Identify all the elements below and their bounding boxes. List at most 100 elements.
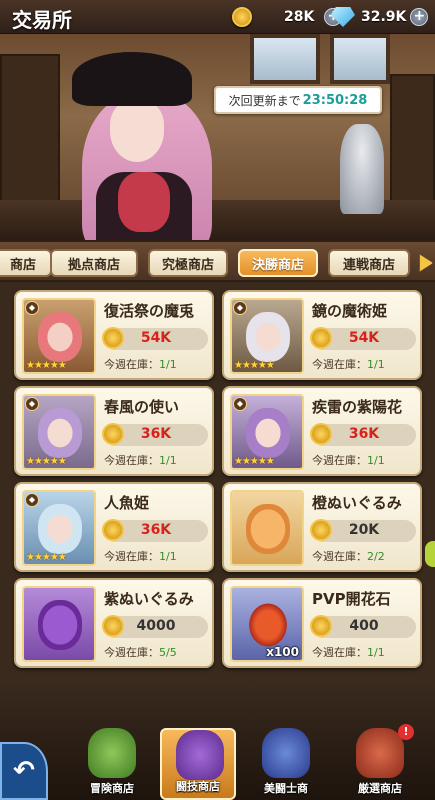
tab-final-shop[interactable]: 決勝商店	[238, 249, 318, 277]
item-name: 人魚姫	[104, 494, 150, 512]
stock-label: 今週在庫：	[104, 358, 159, 371]
item-card[interactable]: ◆ ★★★★★ 復活祭の魔兎 54K 今週在庫：1/1	[14, 290, 214, 380]
window-decoration	[330, 34, 390, 84]
bottom-nav: ↶ 冒険商店 闘技商店 美闘士商 ! 厳選商店	[0, 682, 435, 800]
medal-currency: 28K +	[232, 6, 343, 28]
stock-info: 今週在庫：1/1	[312, 356, 385, 372]
item-card[interactable]: ◆ ★★★★★ 鏡の魔術姫 54K 今週在庫：1/1	[222, 290, 422, 380]
price-bar: 400	[310, 615, 416, 638]
item-price: 36K	[140, 426, 172, 442]
stock-label: 今週在庫：	[312, 550, 367, 563]
window-decoration	[250, 34, 320, 84]
shelf-decoration	[0, 54, 60, 204]
price-bar: 20K	[310, 519, 416, 542]
shelf-decoration	[390, 74, 435, 214]
rarity-badge-icon: ◆	[233, 301, 247, 315]
stock-label: 今週在庫：	[312, 454, 367, 467]
nav-select-shop[interactable]: ! 厳選商店	[342, 724, 418, 800]
back-button[interactable]: ↶	[0, 742, 48, 800]
stock-info: 今週在庫：5/5	[104, 644, 177, 660]
tab-shop[interactable]: 商店	[0, 249, 52, 277]
side-drawer-handle[interactable]	[425, 541, 435, 567]
add-gem-button[interactable]: +	[410, 8, 429, 26]
gem-currency: 32.9K +	[331, 6, 429, 28]
rarity-badge-icon: ◆	[25, 301, 39, 315]
timer-value: 23:50:28	[302, 92, 368, 108]
price-bar: 4000	[102, 615, 208, 638]
item-portrait: ◆ ★★★★★	[22, 490, 96, 566]
tab-ultimate-shop[interactable]: 究極商店	[148, 249, 228, 277]
item-name: 疾雷の紫陽花	[312, 398, 403, 416]
rarity-badge-icon: ◆	[233, 397, 247, 411]
stock-label: 今週在庫：	[104, 550, 159, 563]
item-card[interactable]: 橙ぬいぐるみ 20K 今週在庫：2/2	[222, 482, 422, 572]
star-rating-icon: ★★★★★	[26, 360, 67, 371]
nav-label: 厳選商店	[358, 782, 402, 795]
price-bar: 36K	[102, 423, 208, 446]
item-grid: ◆ ★★★★★ 復活祭の魔兎 54K 今週在庫：1/1 ◆ ★★★★★ 鏡の魔術…	[0, 282, 435, 682]
stock-label: 今週在庫：	[312, 358, 367, 371]
nav-fighter-shop[interactable]: 美闘士商	[248, 728, 324, 800]
red-bag-icon	[356, 728, 404, 778]
stock-value: 1/1	[367, 454, 385, 467]
stock-value: 1/1	[159, 358, 177, 371]
stock-value: 1/1	[367, 358, 385, 371]
tab-streak-shop[interactable]: 連戦商店	[328, 249, 410, 277]
stock-info: 今週在庫：1/1	[104, 356, 177, 372]
character-face	[110, 100, 164, 162]
item-card[interactable]: x100 PVP開花石 400 今週在庫：1/1	[222, 578, 422, 668]
stock-info: 今週在庫：1/1	[104, 548, 177, 564]
price-bar: 36K	[102, 519, 208, 542]
medal-amount: 28K	[284, 9, 315, 25]
nav-arena-shop[interactable]: 闘技商店	[160, 728, 236, 800]
stock-info: 今週在庫：1/1	[104, 452, 177, 468]
price-bar: 36K	[310, 423, 416, 446]
nav-label: 冒険商店	[90, 782, 134, 795]
stock-label: 今週在庫：	[104, 646, 159, 659]
page-title: 交易所	[12, 8, 72, 32]
star-rating-icon: ★★★★★	[234, 456, 275, 467]
tab-base-shop[interactable]: 拠点商店	[50, 249, 138, 277]
item-portrait: ◆ ★★★★★	[22, 394, 96, 470]
price-bar: 54K	[310, 327, 416, 350]
item-name: 橙ぬいぐるみ	[312, 494, 402, 512]
purple-bag-icon	[176, 730, 224, 780]
top-bar: 交易所 28K + 32.9K +	[0, 0, 435, 34]
item-card[interactable]: ◆ ★★★★★ 人魚姫 36K 今週在庫：1/1	[14, 482, 214, 572]
rarity-badge-icon: ◆	[25, 493, 39, 507]
shopkeeper-character[interactable]	[62, 52, 232, 240]
star-rating-icon: ★★★★★	[26, 552, 67, 563]
stock-value: 1/1	[159, 550, 177, 563]
star-rating-icon: ★★★★★	[26, 456, 67, 467]
medal-icon	[232, 7, 252, 27]
item-portrait: ◆ ★★★★★	[230, 394, 304, 470]
refresh-timer: 次回更新まで 23:50:28	[214, 86, 382, 114]
item-name: 鏡の魔術姫	[312, 302, 388, 320]
stock-info: 今週在庫：1/1	[312, 644, 385, 660]
item-name: 復活祭の魔兎	[104, 302, 195, 320]
stock-value: 1/1	[159, 454, 177, 467]
stock-value: 5/5	[159, 646, 177, 659]
item-card[interactable]: 紫ぬいぐるみ 4000 今週在庫：5/5	[14, 578, 214, 668]
item-card[interactable]: ◆ ★★★★★ 疾雷の紫陽花 36K 今週在庫：1/1	[222, 386, 422, 476]
tab-scroll-right-icon[interactable]	[419, 254, 433, 272]
item-name: PVP開花石	[312, 590, 391, 608]
rarity-badge-icon: ◆	[25, 397, 39, 411]
item-card[interactable]: ◆ ★★★★★ 春風の使い 36K 今週在庫：1/1	[14, 386, 214, 476]
green-bag-icon	[88, 728, 136, 778]
stock-info: 今週在庫：2/2	[312, 548, 385, 564]
gem-amount: 32.9K	[361, 9, 407, 25]
pirate-hat	[72, 52, 192, 106]
item-price: 4000	[136, 618, 176, 634]
stock-value: 1/1	[367, 646, 385, 659]
nav-adventure-shop[interactable]: 冒険商店	[74, 728, 150, 800]
stock-label: 今週在庫：	[312, 646, 367, 659]
item-price: 20K	[348, 522, 380, 538]
blue-bag-icon	[262, 728, 310, 778]
timer-label: 次回更新まで	[228, 93, 301, 108]
shop-scene: 次回更新まで 23:50:28	[0, 34, 435, 240]
alert-badge-icon: !	[398, 724, 414, 740]
item-price: 36K	[348, 426, 380, 442]
shop-tabs: 商店 拠点商店 究極商店 決勝商店 連戦商店	[0, 240, 435, 282]
item-price: 54K	[348, 330, 380, 346]
